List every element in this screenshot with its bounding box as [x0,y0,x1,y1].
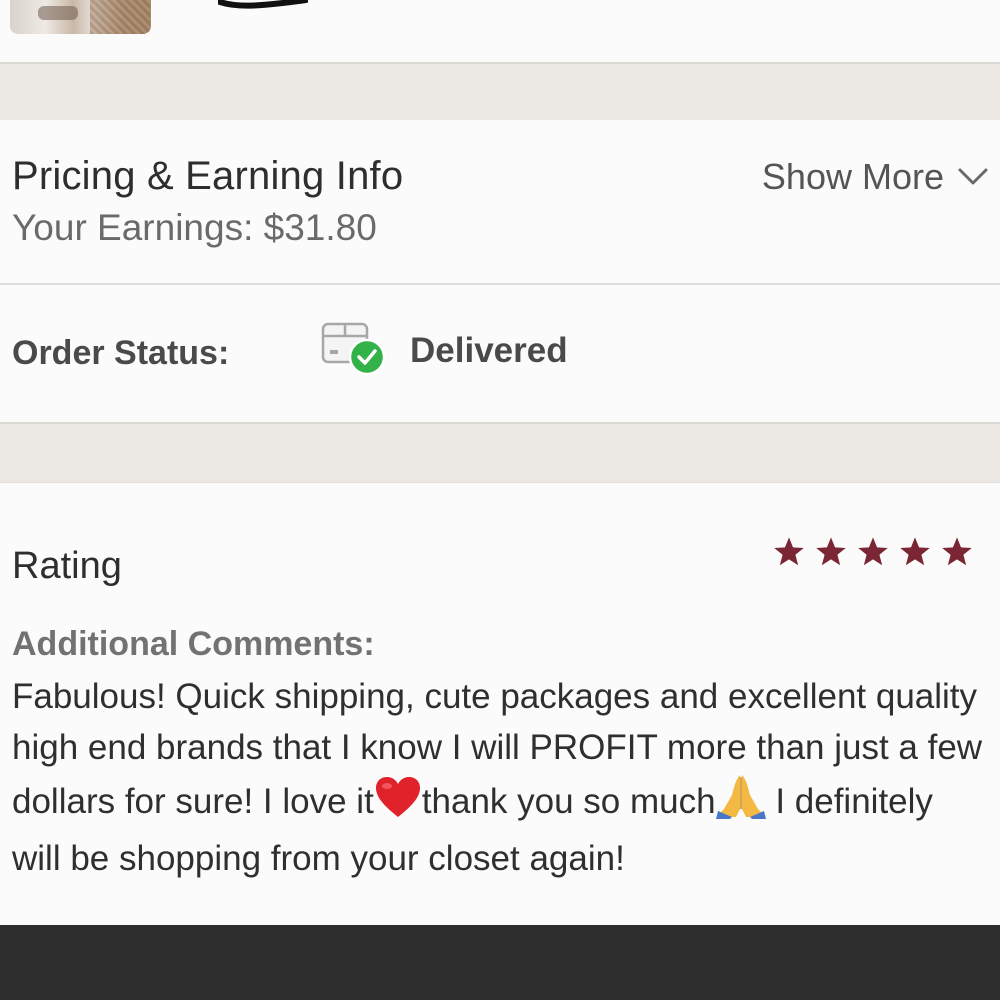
section-divider [0,62,1000,121]
pricing-section [0,120,1000,283]
order-status-value: Delivered [410,331,568,370]
star-icon [858,537,888,566]
star-icon [774,537,804,566]
order-item-row[interactable] [0,0,1000,62]
review-comment: Fabulous! Quick shipping, cute packages … [12,672,987,884]
show-more-label: Show More [761,156,944,197]
additional-comments-label: Additional Comments: [12,625,375,663]
section-divider [0,422,1000,483]
star-icon [942,537,972,566]
order-status-label: Order Status: [12,334,230,372]
show-more-button[interactable]: Show More [762,156,988,198]
pricing-title: Pricing & Earning Info [12,154,404,198]
star-icon [816,537,846,566]
star-rating [772,536,974,568]
rating-label: Rating [12,545,122,587]
package-delivered-icon [321,322,386,376]
divider-line [0,283,1000,285]
redacted-scribble [218,0,308,9]
folded-hands-icon [715,775,766,819]
bottom-bar [0,925,1000,1000]
comment-text-part: thank you so much [421,782,716,821]
heart-emoji-icon [374,775,422,834]
chevron-down-icon [958,168,988,185]
folded-hands-emoji-icon [715,773,766,834]
earnings-text: Your Earnings: $31.80 [12,207,377,248]
item-thumbnail[interactable] [10,0,151,34]
star-icon [900,537,930,566]
heart-icon [375,777,420,817]
